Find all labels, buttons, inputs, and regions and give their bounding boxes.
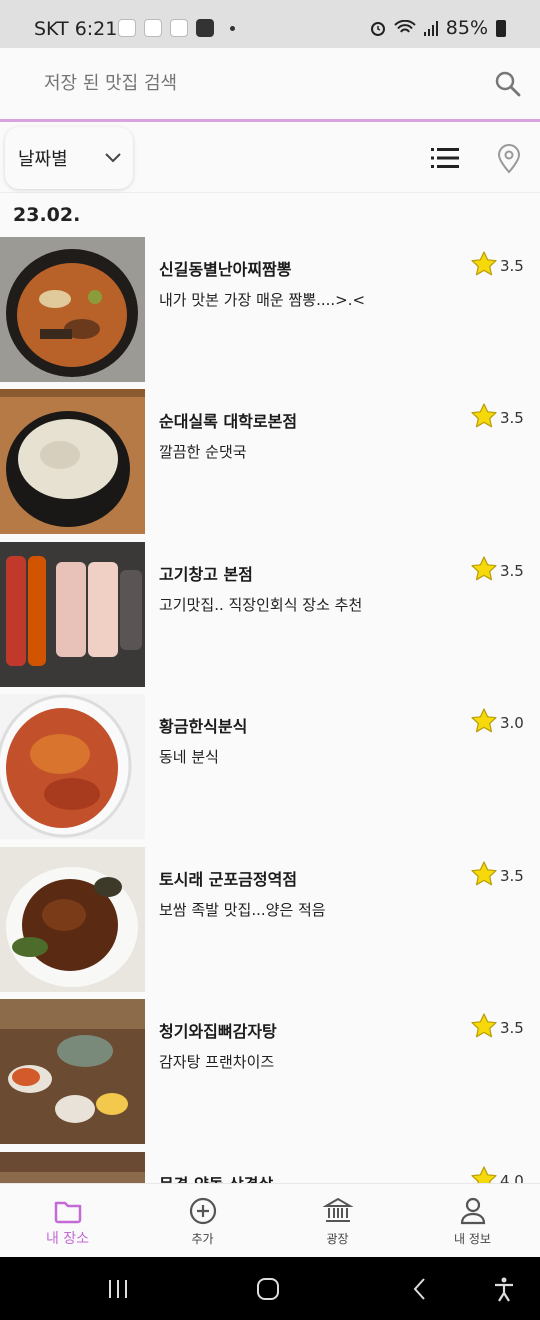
star-icon — [471, 556, 497, 581]
list-item[interactable]: 순대실록 대학로본점 깔끔한 순댓국 3.5 — [0, 389, 540, 534]
item-name: 고기창고 본점 — [159, 565, 253, 584]
search-bar — [0, 48, 540, 122]
chevron-down-icon — [105, 153, 121, 163]
person-icon — [460, 1197, 485, 1225]
item-description: 보쌈 족발 맛집...양은 적음 — [159, 901, 326, 919]
item-description: 감자탕 프랜차이즈 — [159, 1053, 275, 1071]
item-name: 토시래 군포금정역점 — [159, 870, 298, 889]
talk-notification-icon — [170, 19, 188, 37]
add-circle-icon — [189, 1197, 216, 1225]
food-photo-bunsik — [0, 694, 145, 839]
food-photo-jjamppong — [0, 237, 145, 382]
nav-tab-add[interactable]: 추가 — [135, 1184, 270, 1258]
back-icon[interactable] — [406, 1275, 434, 1303]
search-icon[interactable] — [494, 70, 522, 98]
rating-value: 3.5 — [500, 409, 524, 427]
status-bar: SKT 6:21 85% — [0, 0, 540, 48]
rating-value: 3.5 — [500, 1019, 524, 1037]
app-notification-icon — [118, 19, 136, 37]
status-right: 85% — [370, 17, 506, 39]
item-description: 동네 분식 — [159, 748, 219, 766]
more-notifications-icon — [230, 25, 235, 31]
wifi-icon — [394, 20, 416, 33]
rating-value: 3.5 — [500, 562, 524, 580]
star-icon — [471, 861, 497, 886]
list-item[interactable]: 고기창고 본점 고기맛집.. 직장인회식 장소 추천 3.5 — [0, 542, 540, 687]
map-pin-icon[interactable] — [496, 144, 522, 174]
list-item[interactable]: 토시래 군포금정역점 보쌈 족발 맛집...양은 적음 3.5 — [0, 847, 540, 992]
sort-dropdown[interactable]: 날짜별 — [5, 127, 133, 189]
star-icon — [471, 403, 497, 428]
star-icon — [471, 708, 497, 733]
nav-label: 내 정보 — [454, 1232, 491, 1246]
item-description: 고기맛집.. 직장인회식 장소 추천 — [159, 596, 363, 614]
list-item[interactable]: 청기와집뼈감자탕 감자탕 프랜차이즈 3.5 — [0, 999, 540, 1144]
food-photo-bossam — [0, 847, 145, 992]
talk-notification-icon — [144, 19, 162, 37]
bottom-nav: 내 장소 추가 광장 내 정보 — [0, 1183, 540, 1258]
battery-icon — [496, 19, 506, 37]
rating-value: 3.5 — [500, 867, 524, 885]
star-icon — [471, 251, 497, 276]
food-photo-sundaeguk — [0, 389, 145, 534]
nav-label: 추가 — [191, 1232, 214, 1246]
alarm-icon — [370, 22, 385, 36]
item-name: 황금한식분식 — [159, 717, 248, 736]
star-icon — [471, 1013, 497, 1038]
rating-value: 3.5 — [500, 257, 524, 275]
cube-notification-icon — [196, 19, 214, 37]
carrier-time: SKT 6:21 — [34, 18, 118, 40]
nav-tab-my-info[interactable]: 내 정보 — [405, 1184, 540, 1258]
search-input[interactable] — [42, 72, 446, 95]
item-name: 신길동별난아찌짬뽕 — [159, 260, 292, 279]
item-name: 순대실록 대학로본점 — [159, 412, 298, 431]
item-description: 내가 맛본 가장 매운 짬뽕....>.< — [159, 291, 366, 309]
battery-percent: 85% — [445, 17, 488, 39]
folder-icon — [54, 1201, 81, 1224]
item-name: 청기와집뼈감자탕 — [159, 1022, 277, 1041]
system-nav-bar — [0, 1257, 540, 1320]
nav-tab-my-places[interactable]: 내 장소 — [0, 1184, 135, 1258]
nav-label: 내 장소 — [45, 1231, 90, 1247]
sort-label: 날짜별 — [18, 149, 68, 170]
nav-label: 광장 — [326, 1232, 349, 1246]
date-group-header: 23.02. — [13, 204, 81, 226]
toolbar: 날짜별 — [0, 122, 540, 193]
item-description: 깔끔한 순댓국 — [159, 443, 247, 461]
notification-icons — [118, 19, 235, 37]
list-item[interactable]: 황금한식분식 동네 분식 3.0 — [0, 694, 540, 839]
home-icon[interactable] — [254, 1275, 282, 1303]
food-photo-samgyeopsal — [0, 542, 145, 687]
list-item[interactable]: 신길동별난아찌짬뽕 내가 맛본 가장 매운 짬뽕....>.< 3.5 — [0, 237, 540, 382]
list-view-icon[interactable] — [431, 147, 459, 169]
bank-icon — [322, 1197, 353, 1222]
food-photo-gamjatang — [0, 999, 145, 1144]
nav-tab-plaza[interactable]: 광장 — [270, 1184, 405, 1258]
accessibility-icon[interactable] — [490, 1275, 518, 1303]
rating-value: 3.0 — [500, 714, 524, 732]
signal-icon — [423, 21, 438, 36]
recent-apps-icon[interactable] — [104, 1275, 132, 1303]
